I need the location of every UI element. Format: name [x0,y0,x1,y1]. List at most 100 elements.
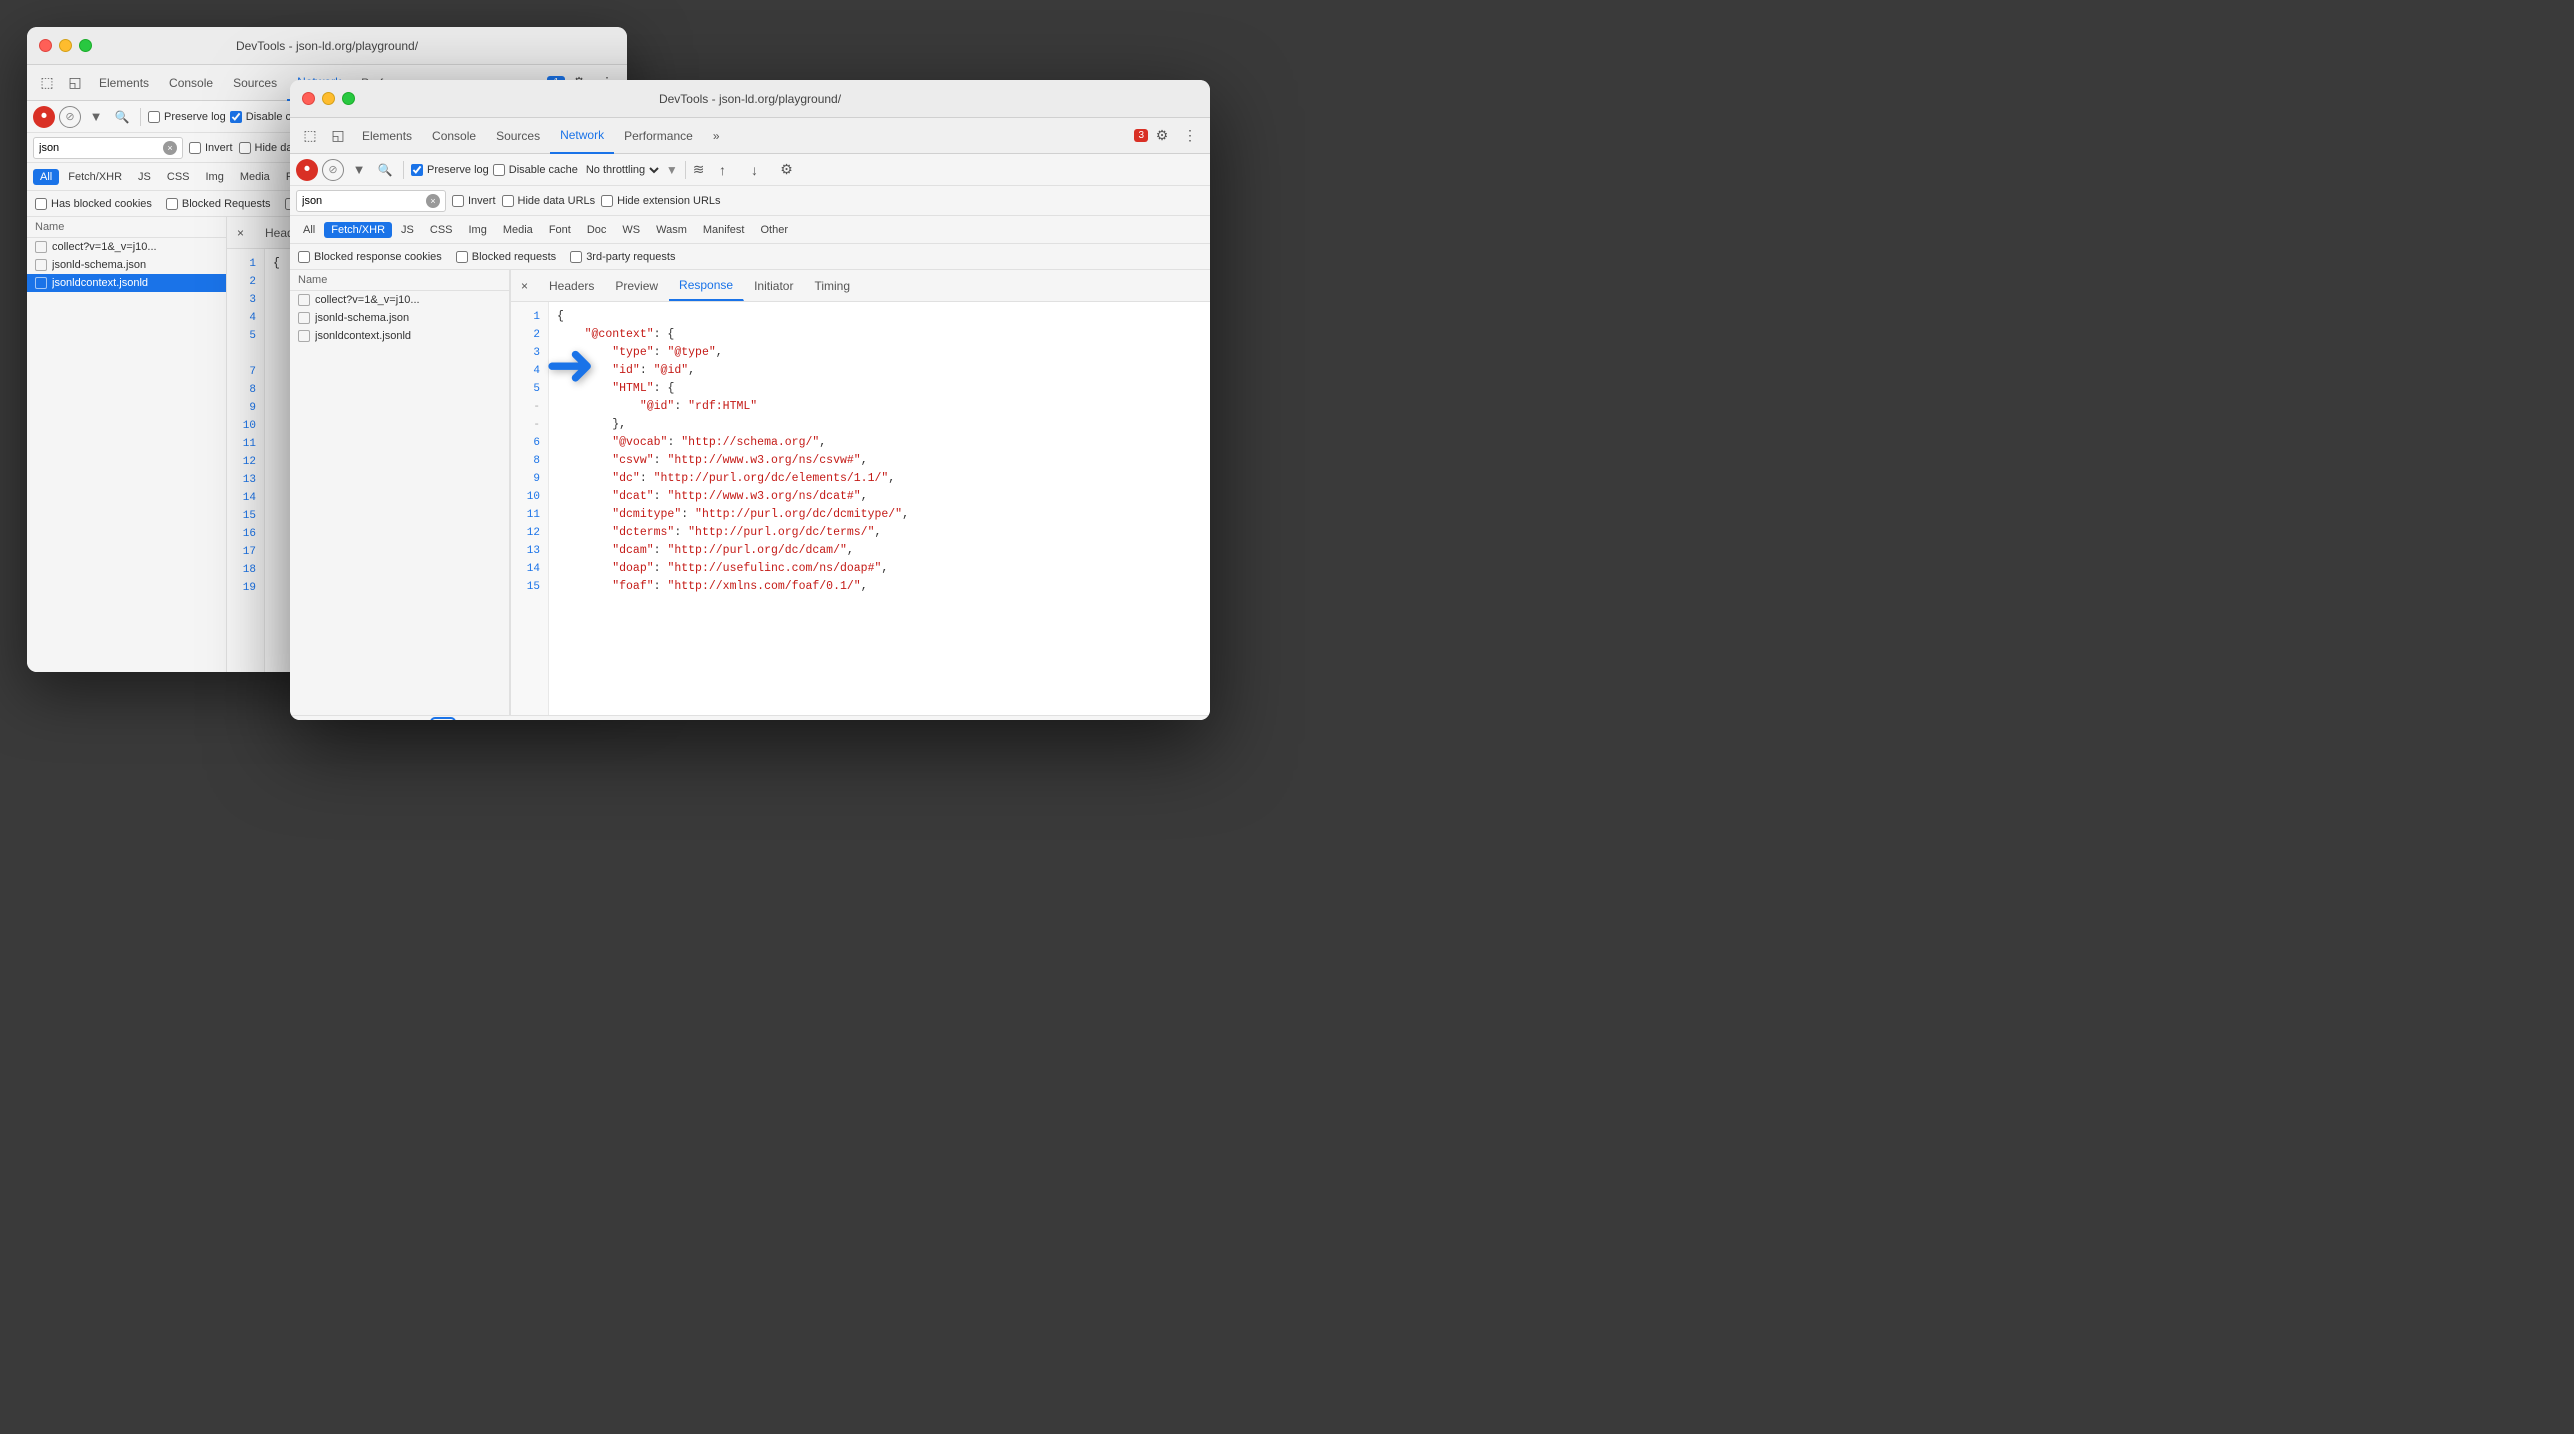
front-line-4[interactable]: 4 [511,362,548,380]
back-blocked-req-label[interactable]: Blocked Requests [166,198,271,210]
front-chip-font[interactable]: Font [542,222,578,238]
back-device-icon[interactable]: ◱ [61,69,89,97]
back-line-18[interactable]: 18 [227,561,264,579]
front-chip-manifest[interactable]: Manifest [696,222,752,238]
back-line-11[interactable]: 11 [227,435,264,453]
front-chip-media[interactable]: Media [496,222,540,238]
back-blocked-cookies-label[interactable]: Has blocked cookies [35,198,152,210]
front-panel-response[interactable]: Response [669,271,744,301]
back-line-14[interactable]: 14 [227,489,264,507]
front-clear-btn[interactable]: ⊘ [322,159,344,181]
back-line-10[interactable]: 10 [227,417,264,435]
front-line-3[interactable]: 3 [511,344,548,362]
back-inspect-icon[interactable]: ⬚ [33,69,61,97]
back-file-3-check[interactable] [35,277,47,289]
back-close-btn[interactable] [39,39,52,52]
back-line-7[interactable]: 7 [227,363,264,381]
front-file-3[interactable]: jsonldcontext.jsonld [290,327,509,345]
front-chip-doc[interactable]: Doc [580,222,614,238]
back-line-15[interactable]: 15 [227,507,264,525]
back-disable-cache-check[interactable] [230,111,242,123]
back-line-8[interactable]: 8 [227,381,264,399]
front-tab-more[interactable]: » [703,118,730,154]
front-line-11[interactable]: 11 [511,506,548,524]
front-pretty-print-btn[interactable]: {} [430,717,456,721]
front-filter-btn[interactable]: ▼ [348,159,370,181]
front-line-2[interactable]: 2 [511,326,548,344]
back-record-btn[interactable]: ⏺ [33,106,55,128]
front-tab-sources[interactable]: Sources [486,118,550,154]
back-line-13[interactable]: 13 [227,471,264,489]
front-line-8[interactable]: 8 [511,452,548,470]
front-preserve-log-check[interactable] [411,164,423,176]
front-blocked-cookies-label[interactable]: Blocked response cookies [298,251,442,263]
back-file-1[interactable]: collect?v=1&_v=j10... [27,238,226,256]
front-line-9[interactable]: 9 [511,470,548,488]
back-chip-img[interactable]: Img [199,169,231,185]
back-minimize-btn[interactable] [59,39,72,52]
back-chip-all[interactable]: All [33,169,59,185]
front-hide-ext-label[interactable]: Hide extension URLs [601,195,720,207]
front-maximize-btn[interactable] [342,92,355,105]
back-file-1-check[interactable] [35,241,47,253]
back-chip-js[interactable]: JS [131,169,158,185]
back-chip-media[interactable]: Media [233,169,277,185]
front-chip-ws[interactable]: WS [615,222,647,238]
front-throttle-select[interactable]: No throttling [582,163,662,177]
front-third-party-label[interactable]: 3rd-party requests [570,251,675,263]
front-gear-btn[interactable]: ⚙ [1148,122,1176,150]
back-preserve-log-check[interactable] [148,111,160,123]
front-panel-preview[interactable]: Preview [605,271,669,301]
front-third-party-check[interactable] [570,251,582,263]
front-line-13[interactable]: 13 [511,542,548,560]
back-blocked-req-check[interactable] [166,198,178,210]
front-chip-wasm[interactable]: Wasm [649,222,694,238]
front-minimize-btn[interactable] [322,92,335,105]
back-line-1[interactable]: 1 [227,255,264,273]
back-filter-btn[interactable]: ▼ [85,106,107,128]
back-chip-css[interactable]: CSS [160,169,197,185]
back-tab-console[interactable]: Console [159,65,223,101]
front-file-3-check[interactable] [298,330,310,342]
front-chip-js[interactable]: JS [394,222,421,238]
front-panel-timing[interactable]: Timing [804,271,861,301]
front-preserve-log-label[interactable]: Preserve log [411,164,489,176]
back-line-19[interactable]: 19 [227,579,264,597]
back-panel-close[interactable]: × [227,218,255,248]
back-line-2[interactable]: 2 [227,273,264,291]
front-chip-img[interactable]: Img [462,222,494,238]
front-close-btn[interactable] [302,92,315,105]
front-device-icon[interactable]: ◱ [324,122,352,150]
front-panel-headers[interactable]: Headers [539,271,605,301]
front-chip-fetch[interactable]: Fetch/XHR [324,222,392,238]
back-preserve-log-label[interactable]: Preserve log [148,111,226,123]
back-line-17[interactable]: 17 [227,543,264,561]
back-file-2-check[interactable] [35,259,47,271]
front-disable-cache-label[interactable]: Disable cache [493,164,578,176]
front-line-10[interactable]: 10 [511,488,548,506]
back-line-3[interactable]: 3 [227,291,264,309]
front-hide-data-check[interactable] [502,195,514,207]
front-file-2-check[interactable] [298,312,310,324]
front-file-1-check[interactable] [298,294,310,306]
back-file-3[interactable]: jsonldcontext.jsonld [27,274,226,292]
front-chip-css[interactable]: CSS [423,222,460,238]
front-invert-check[interactable] [452,195,464,207]
front-search-btn[interactable]: 🔍 [374,159,396,181]
back-line-6[interactable] [227,345,264,363]
back-invert-check[interactable] [189,142,201,154]
back-clear-btn[interactable]: ⊘ [59,106,81,128]
front-line-1[interactable]: 1 [511,308,548,326]
back-line-16[interactable]: 16 [227,525,264,543]
front-upload-icon[interactable]: ↑ [708,156,736,184]
back-tab-elements[interactable]: Elements [89,65,159,101]
back-chip-fetch[interactable]: Fetch/XHR [61,169,129,185]
back-line-9[interactable]: 9 [227,399,264,417]
front-search-input[interactable] [302,195,422,207]
front-more-btn[interactable]: ⋮ [1176,122,1204,150]
front-search-clear[interactable]: × [426,194,440,208]
front-panel-close[interactable]: × [511,271,539,301]
front-blocked-req-label[interactable]: Blocked requests [456,251,556,263]
front-tab-network[interactable]: Network [550,118,614,154]
front-hide-data-label[interactable]: Hide data URLs [502,195,596,207]
